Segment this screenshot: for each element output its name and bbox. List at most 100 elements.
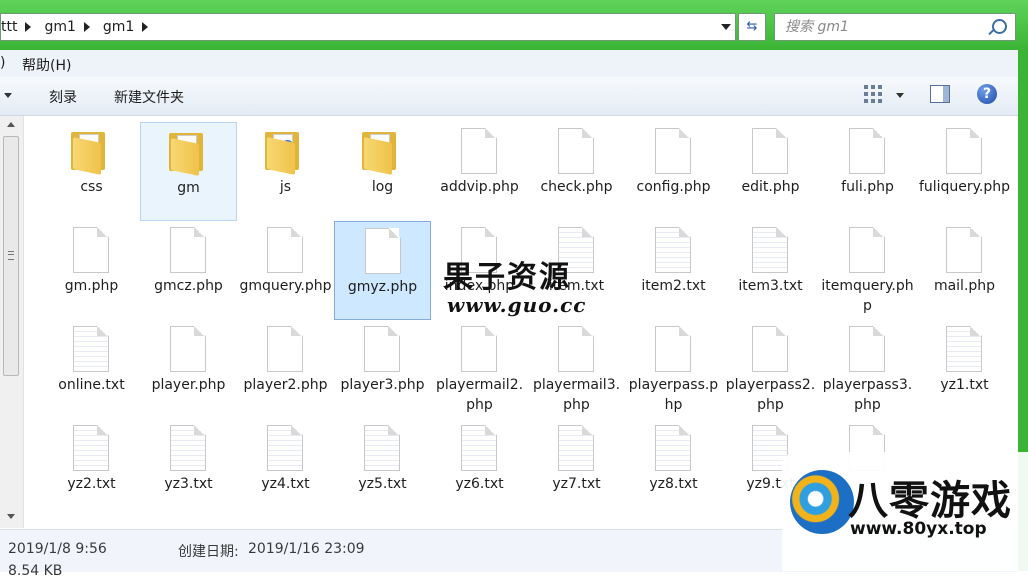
php-file-icon: [73, 227, 109, 273]
file-item[interactable]: gmquery.php: [237, 221, 334, 320]
text-file-icon: [655, 227, 691, 273]
search-input[interactable]: [783, 14, 987, 40]
file-item[interactable]: item2.txt: [625, 221, 722, 320]
chevron-right-icon[interactable]: [25, 22, 32, 32]
file-item[interactable]: yz2.txt: [43, 419, 140, 518]
file-item[interactable]: item3.txt: [722, 221, 819, 320]
menu-item-partial[interactable]: ): [0, 55, 5, 71]
text-file-icon: [73, 425, 109, 471]
folder-icon: [261, 126, 309, 175]
file-name: edit.php: [741, 179, 800, 195]
file-item[interactable]: config.php: [625, 122, 722, 221]
watermark-title: 果子资源: [443, 260, 571, 295]
php-file-icon: [752, 326, 788, 372]
file-item[interactable]: css: [43, 122, 140, 221]
file-name: item2.txt: [641, 278, 706, 294]
address-bar-region: ttt gm1 gm1 ⇆: [0, 0, 1028, 50]
php-file-icon: [558, 326, 594, 372]
text-file-icon: [946, 326, 982, 372]
file-name: log: [371, 179, 394, 195]
text-file-icon: [170, 425, 206, 471]
file-item[interactable]: playerpass2.php: [722, 320, 819, 419]
file-item[interactable]: yz8.txt: [625, 419, 722, 518]
text-file-icon: [655, 425, 691, 471]
file-item[interactable]: player2.php: [237, 320, 334, 419]
folder-icon: [358, 126, 406, 175]
file-name: yz4.txt: [261, 476, 310, 492]
breadcrumb-label: ttt: [1, 19, 18, 35]
menu-item-help[interactable]: 帮助(H): [22, 55, 71, 75]
file-item[interactable]: playerpass3.php: [819, 320, 916, 419]
swirl-logo-icon: [790, 470, 854, 534]
file-item[interactable]: online.txt: [43, 320, 140, 419]
file-item[interactable]: yz6.txt: [431, 419, 528, 518]
burn-button[interactable]: 刻录: [49, 87, 77, 107]
chevron-right-icon[interactable]: [142, 22, 149, 32]
preview-pane-icon[interactable]: [930, 85, 950, 103]
php-file-icon: [364, 326, 400, 372]
file-item[interactable]: log: [334, 122, 431, 221]
help-icon[interactable]: ?: [977, 84, 997, 104]
file-item[interactable]: gmyz.php: [334, 221, 431, 320]
search-box[interactable]: [774, 13, 1016, 41]
scroll-up-icon[interactable]: [7, 122, 15, 127]
breadcrumb-gm1-parent[interactable]: gm1: [44, 19, 102, 35]
scrollbar-thumb[interactable]: [3, 136, 19, 376]
view-options-dropdown-icon[interactable]: [896, 93, 904, 98]
refresh-button[interactable]: ⇆: [738, 13, 766, 41]
watermark-url: www.guo.cc: [447, 293, 587, 317]
folder-icon: [67, 126, 115, 175]
scroll-down-icon[interactable]: [7, 514, 15, 519]
file-item[interactable]: playermail3.php: [528, 320, 625, 419]
file-item[interactable]: gmcz.php: [140, 221, 237, 320]
file-item[interactable]: yz7.txt: [528, 419, 625, 518]
php-file-icon: [946, 227, 982, 273]
file-item[interactable]: check.php: [528, 122, 625, 221]
breadcrumb-label: gm1: [102, 19, 135, 35]
file-size: 8.54 KB: [8, 563, 63, 579]
file-item[interactable]: playermail2.php: [431, 320, 528, 419]
file-name: playermail3.php: [532, 377, 621, 413]
file-item[interactable]: addvip.php: [431, 122, 528, 221]
text-file-icon: [752, 227, 788, 273]
file-item[interactable]: mail.php: [916, 221, 1013, 320]
file-name: yz7.txt: [552, 476, 601, 492]
organize-dropdown-icon[interactable]: [4, 93, 12, 98]
php-file-icon: [365, 228, 401, 274]
file-item[interactable]: itemquery.php: [819, 221, 916, 320]
vertical-scrollbar[interactable]: [0, 116, 24, 528]
chevron-right-icon[interactable]: [83, 22, 90, 32]
breadcrumb-root[interactable]: ttt: [1, 19, 44, 35]
file-name: player3.php: [340, 377, 425, 393]
file-item[interactable]: player3.php: [334, 320, 431, 419]
address-box[interactable]: ttt gm1 gm1: [0, 13, 736, 41]
file-item[interactable]: yz5.txt: [334, 419, 431, 518]
file-item[interactable]: player.php: [140, 320, 237, 419]
file-item[interactable]: yz3.txt: [140, 419, 237, 518]
file-name: online.txt: [58, 377, 125, 393]
file-item[interactable]: yz4.txt: [237, 419, 334, 518]
file-name: addvip.php: [440, 179, 519, 195]
address-history-dropdown-icon[interactable]: [721, 24, 731, 30]
file-name: player.php: [151, 377, 226, 393]
folder-icon: [165, 127, 213, 176]
file-item[interactable]: playerpass.php: [625, 320, 722, 419]
file-item[interactable]: gm: [140, 122, 237, 221]
view-grid-icon[interactable]: [864, 85, 882, 103]
refresh-icon: ⇆: [746, 19, 758, 34]
text-file-icon: [558, 425, 594, 471]
file-item[interactable]: gm.php: [43, 221, 140, 320]
new-folder-button[interactable]: 新建文件夹: [114, 87, 184, 107]
breadcrumb-gm1-current[interactable]: gm1: [103, 19, 161, 35]
search-icon[interactable]: [992, 19, 1007, 34]
menu-bar: ) 帮助(H): [0, 50, 1018, 78]
file-item[interactable]: js: [237, 122, 334, 221]
file-name: check.php: [540, 179, 613, 195]
file-item[interactable]: fuliquery.php: [916, 122, 1013, 221]
php-file-icon: [849, 326, 885, 372]
file-item[interactable]: edit.php: [722, 122, 819, 221]
file-name: fuli.php: [841, 179, 894, 195]
file-item[interactable]: fuli.php: [819, 122, 916, 221]
file-item[interactable]: yz1.txt: [916, 320, 1013, 419]
file-name: yz1.txt: [940, 377, 989, 393]
